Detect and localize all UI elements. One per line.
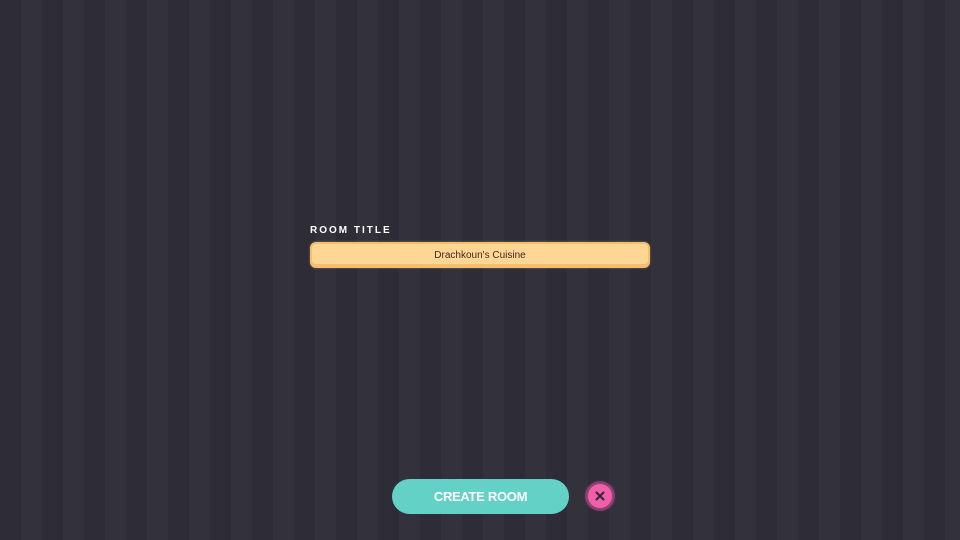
room-title-form: ROOM TITLE	[310, 225, 650, 268]
room-title-label: ROOM TITLE	[310, 225, 392, 236]
create-room-button[interactable]: CREATE ROOM	[392, 479, 569, 514]
close-icon	[595, 491, 605, 501]
room-title-input[interactable]	[310, 242, 650, 268]
close-button[interactable]	[588, 484, 612, 508]
